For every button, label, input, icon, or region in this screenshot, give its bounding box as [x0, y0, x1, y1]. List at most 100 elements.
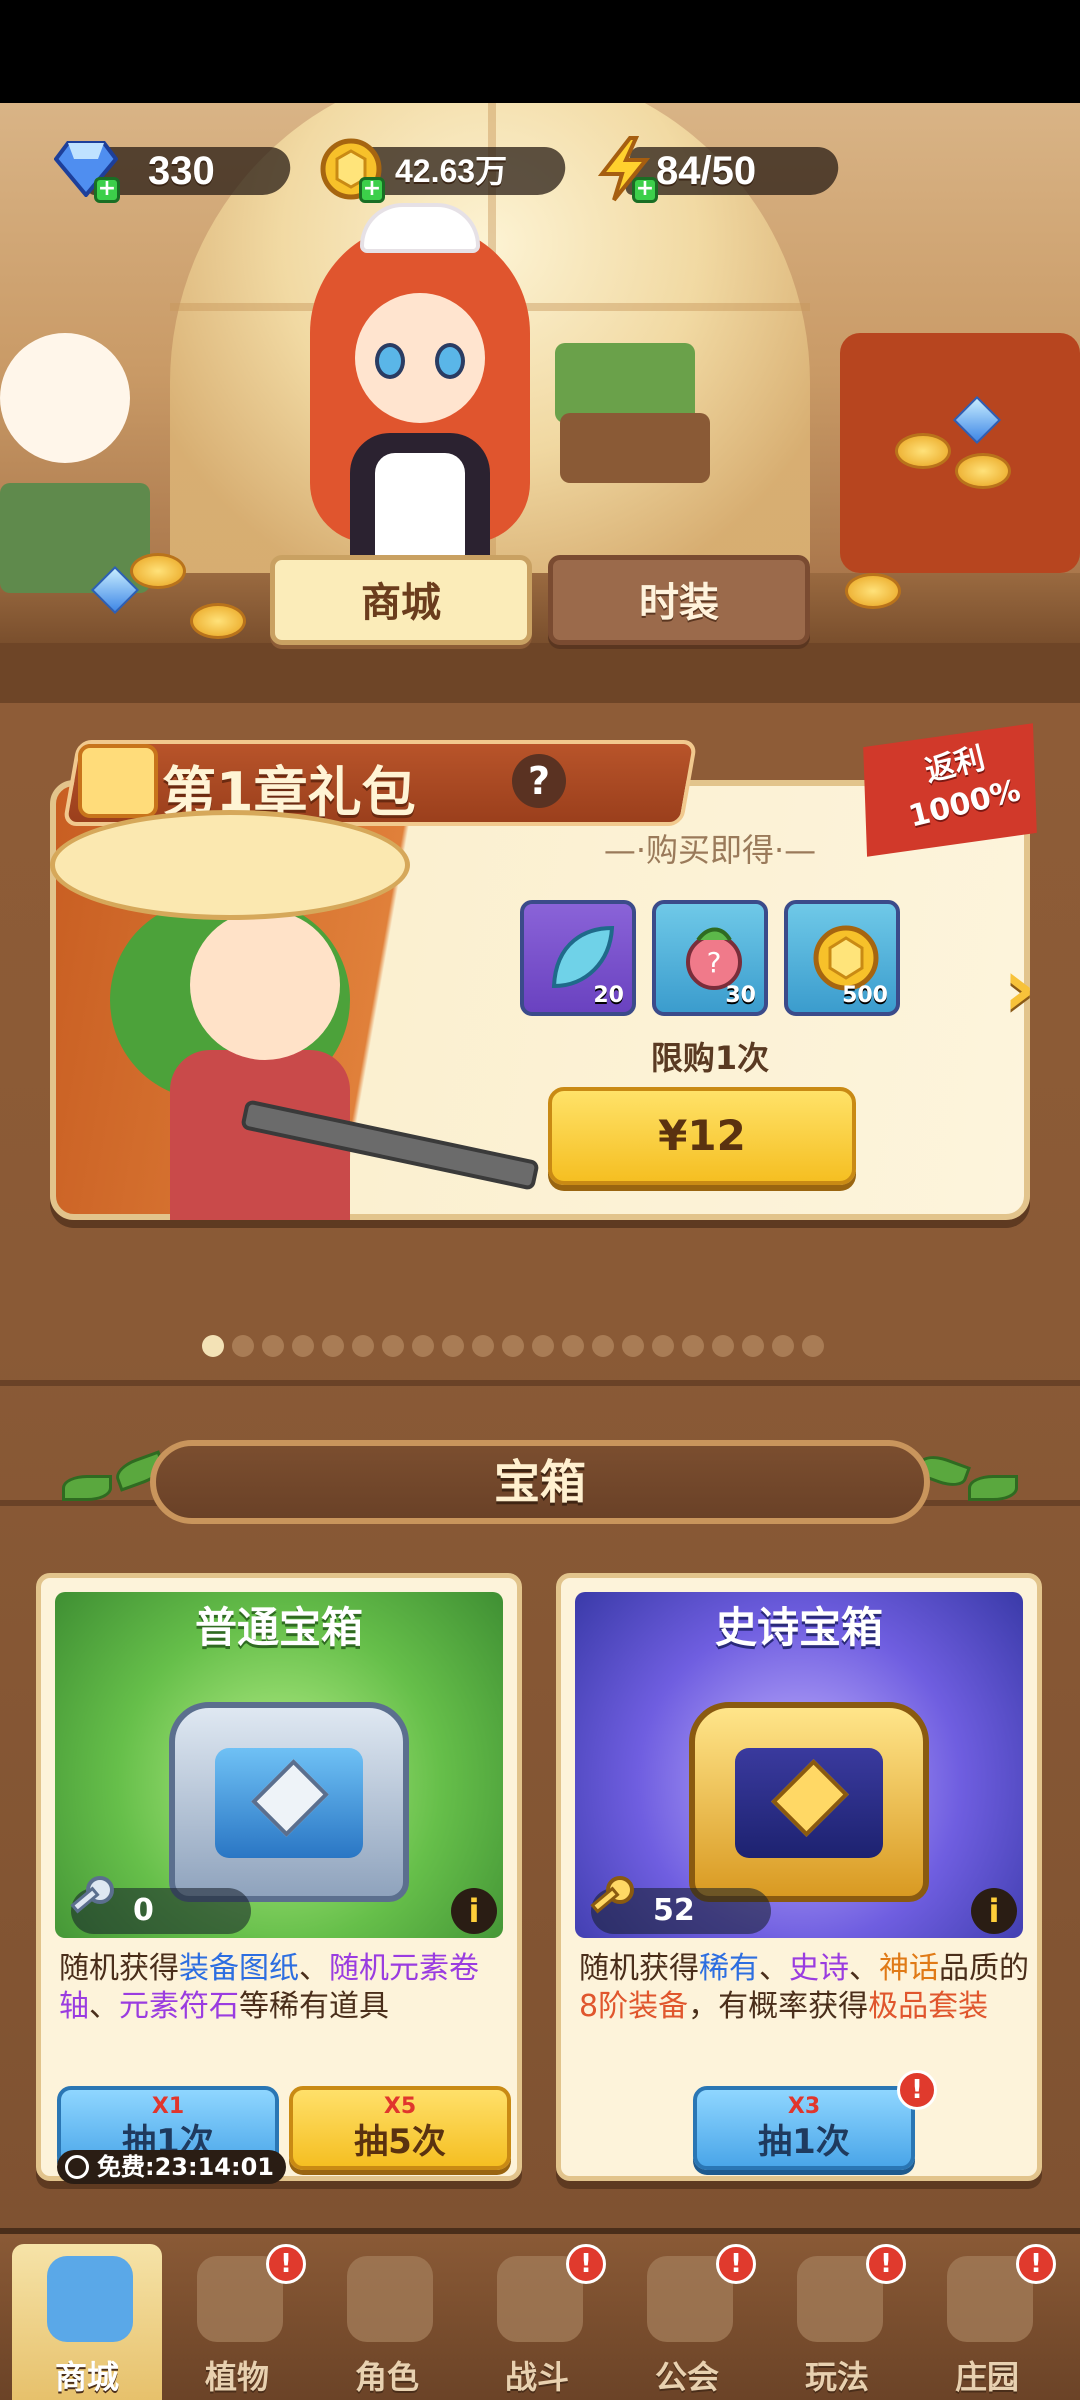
- leaf-decoration: [968, 1475, 1018, 1501]
- help-icon[interactable]: ?: [512, 754, 566, 808]
- desc-text: 品质的: [939, 1951, 1029, 1986]
- divider: [0, 1380, 1080, 1386]
- nav-label: 玩法: [804, 2358, 869, 2396]
- nav-item-guild[interactable]: 公会!: [612, 2244, 762, 2400]
- notification-badge: !: [716, 2244, 756, 2284]
- status-bar: [0, 0, 1080, 103]
- coin-decoration: [190, 603, 246, 639]
- carousel-dot[interactable]: [262, 1335, 284, 1357]
- next-pack-arrow-icon[interactable]: ›: [1003, 948, 1063, 1028]
- lucky-cat-decoration: [0, 333, 130, 463]
- carousel-dot[interactable]: [712, 1335, 734, 1357]
- clock-icon: [65, 2155, 89, 2179]
- carousel-indicator: [202, 1335, 824, 1357]
- info-icon[interactable]: i: [451, 1888, 497, 1934]
- draw-key-multiplier: X5: [383, 2094, 417, 2119]
- desc-text: 、: [759, 1951, 789, 1986]
- coin-counter[interactable]: + 42.63万: [315, 133, 569, 209]
- desc-highlight: 8阶装备: [579, 1989, 689, 2024]
- epic-chest-card[interactable]: 史诗宝箱 52 i 随机获得稀有、史诗、神话品质的8阶装备，有概率获得极品套装 …: [556, 1573, 1042, 2181]
- buy-price-button[interactable]: ¥12: [548, 1087, 856, 1185]
- epic-key-count: 52: [653, 1893, 695, 1928]
- leaf-decoration: [62, 1475, 112, 1501]
- desc-highlight: 极品套装: [868, 1989, 989, 2024]
- free-draw-timer: 免费:23:14:01: [57, 2150, 286, 2184]
- carousel-dot[interactable]: [592, 1335, 614, 1357]
- add-gems-icon[interactable]: +: [94, 177, 120, 203]
- coin-decoration: [845, 573, 901, 609]
- epic-draw-1-button[interactable]: X3 抽1次: [693, 2086, 915, 2170]
- carousel-dot[interactable]: [502, 1335, 524, 1357]
- carousel-dot[interactable]: [202, 1335, 224, 1357]
- tab-shop[interactable]: 商城: [270, 555, 532, 645]
- coin-decoration: [130, 553, 186, 589]
- carousel-dot[interactable]: [412, 1335, 434, 1357]
- reward-qty: 500: [842, 983, 888, 1008]
- carousel-dot[interactable]: [562, 1335, 584, 1357]
- carousel-dot[interactable]: [532, 1335, 554, 1357]
- purchase-limit-label: 限购1次: [650, 1039, 770, 1077]
- notification-badge: !: [566, 2244, 606, 2284]
- nav-item-battle[interactable]: 战斗!: [462, 2244, 612, 2400]
- coin-decoration: [895, 433, 951, 469]
- desc-text: 、: [299, 1951, 329, 1986]
- carousel-dot[interactable]: [352, 1335, 374, 1357]
- nav-label: 庄园: [954, 2358, 1019, 2396]
- add-energy-icon[interactable]: +: [632, 177, 658, 203]
- carousel-dot[interactable]: [682, 1335, 704, 1357]
- treasure-box-decoration: [560, 413, 710, 483]
- carousel-dot[interactable]: [292, 1335, 314, 1357]
- nav-item-plant[interactable]: 植物!: [162, 2244, 312, 2400]
- shopkeeper-maid-character: [300, 193, 540, 613]
- carousel-dot[interactable]: [472, 1335, 494, 1357]
- carousel-dot[interactable]: [232, 1335, 254, 1357]
- gift-box-decoration: [555, 343, 695, 423]
- reward-qty: 30: [725, 983, 756, 1008]
- carousel-dot[interactable]: [652, 1335, 674, 1357]
- energy-amount: 84/50: [656, 149, 757, 193]
- counter-base: [0, 643, 1080, 703]
- coin-amount: 42.63万: [395, 153, 508, 189]
- chest-section-title: 宝箱: [494, 1455, 586, 1509]
- info-icon[interactable]: i: [971, 1888, 1017, 1934]
- nav-item-gameplay[interactable]: 玩法!: [762, 2244, 912, 2400]
- free-timer-text: 免费:23:14:01: [97, 2153, 274, 2181]
- gold-key-icon: [583, 1874, 639, 1930]
- gem-counter[interactable]: + 330: [50, 133, 294, 209]
- buy-to-get-label: —·购买即得·—: [603, 831, 817, 869]
- carousel-dot[interactable]: [382, 1335, 404, 1357]
- notification-badge: !: [866, 2244, 906, 2284]
- carousel-dot[interactable]: [742, 1335, 764, 1357]
- reward-item-leaf[interactable]: 20: [520, 900, 636, 1016]
- reward-item-coin[interactable]: 500: [784, 900, 900, 1016]
- epic-chest-name: 史诗宝箱: [714, 1603, 883, 1652]
- carousel-dot[interactable]: [442, 1335, 464, 1357]
- nav-item-manor[interactable]: 庄园!: [912, 2244, 1062, 2400]
- carousel-dot[interactable]: [802, 1335, 824, 1357]
- nav-item-shop[interactable]: 商城: [12, 2244, 162, 2400]
- desc-highlight: 稀有: [699, 1951, 759, 1986]
- energy-counter[interactable]: + 84/50: [588, 133, 842, 209]
- carousel-dot[interactable]: [772, 1335, 794, 1357]
- nav-label: 植物: [204, 2358, 269, 2396]
- draw-key-multiplier: X1: [151, 2094, 185, 2119]
- draw-key-multiplier: X3: [787, 2094, 821, 2119]
- desc-highlight: 元素符石: [119, 1989, 239, 2024]
- gold-chest-icon: [689, 1702, 929, 1902]
- silver-key-icon: [63, 1874, 119, 1930]
- normal-chest-card[interactable]: 普通宝箱 0 i 随机获得装备图纸、随机元素卷轴、元素符石等稀有道具 X1 抽1…: [36, 1573, 522, 2184]
- character-icon: [347, 2256, 433, 2342]
- carousel-dot[interactable]: [322, 1335, 344, 1357]
- carousel-dot[interactable]: [622, 1335, 644, 1357]
- add-coins-icon[interactable]: +: [359, 177, 385, 203]
- reward-item-seed-orb[interactable]: ? 30: [652, 900, 768, 1016]
- desc-highlight: 神话: [879, 1951, 939, 1986]
- nav-item-character[interactable]: 角色: [312, 2244, 462, 2400]
- nav-label: 商城: [54, 2358, 119, 2396]
- treasure-chest-decoration: [840, 333, 1080, 573]
- book-stack-decoration: [0, 483, 150, 593]
- normal-draw-5-button[interactable]: X5 抽5次: [289, 2086, 511, 2170]
- shop-icon: [47, 2256, 133, 2342]
- normal-key-count: 0: [133, 1893, 154, 1928]
- tab-fashion[interactable]: 时装: [548, 555, 810, 645]
